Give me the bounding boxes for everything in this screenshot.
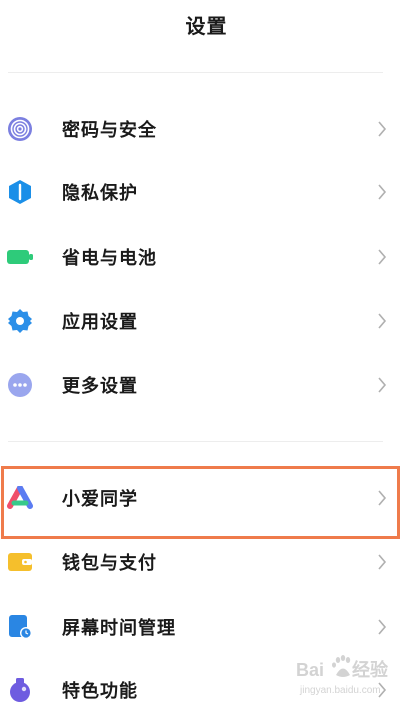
baidu-watermark-logo: Bai 经验 jingyan.baidu.com <box>294 648 406 698</box>
svg-text:经验: 经验 <box>352 659 389 680</box>
chevron-right-icon <box>376 552 388 572</box>
settings-item-label: 密码与安全 <box>62 120 157 141</box>
settings-item-label: 屏幕时间管理 <box>62 618 176 639</box>
settings-item-label: 应用设置 <box>62 312 138 333</box>
more-dots-icon <box>6 371 34 399</box>
svg-text:jingyan.baidu.com: jingyan.baidu.com <box>299 685 381 696</box>
highlight-box <box>1 466 400 539</box>
svg-text:Bai: Bai <box>296 660 324 680</box>
settings-item-password-security[interactable]: 密码与安全 <box>0 104 413 154</box>
chevron-right-icon <box>376 247 388 267</box>
chevron-right-icon <box>376 119 388 139</box>
settings-item-label: 特色功能 <box>62 681 138 702</box>
settings-item-battery[interactable]: 省电与电池 <box>0 232 413 282</box>
privacy-shield-icon <box>6 178 34 206</box>
settings-item-label: 省电与电池 <box>62 248 157 269</box>
settings-item-app-settings[interactable]: 应用设置 <box>0 296 413 346</box>
settings-item-privacy[interactable]: 隐私保护 <box>0 167 413 217</box>
settings-item-label: 更多设置 <box>62 376 138 397</box>
page-title: 设置 <box>185 14 228 38</box>
screen-time-icon <box>6 613 34 641</box>
wallet-icon <box>6 548 34 576</box>
settings-item-screen-time[interactable]: 屏幕时间管理 <box>0 602 413 652</box>
settings-item-label: 钱包与支付 <box>62 553 157 574</box>
settings-item-wallet[interactable]: 钱包与支付 <box>0 537 413 587</box>
feature-flask-icon <box>6 676 34 704</box>
battery-icon <box>6 243 34 271</box>
settings-item-label: 隐私保护 <box>62 183 138 204</box>
chevron-right-icon <box>376 617 388 637</box>
divider <box>8 441 383 442</box>
divider <box>8 72 383 73</box>
chevron-right-icon <box>376 182 388 202</box>
fingerprint-icon <box>6 115 34 143</box>
chevron-right-icon <box>376 375 388 395</box>
settings-item-more-settings[interactable]: 更多设置 <box>0 360 413 410</box>
gear-icon <box>6 307 34 335</box>
chevron-right-icon <box>376 311 388 331</box>
